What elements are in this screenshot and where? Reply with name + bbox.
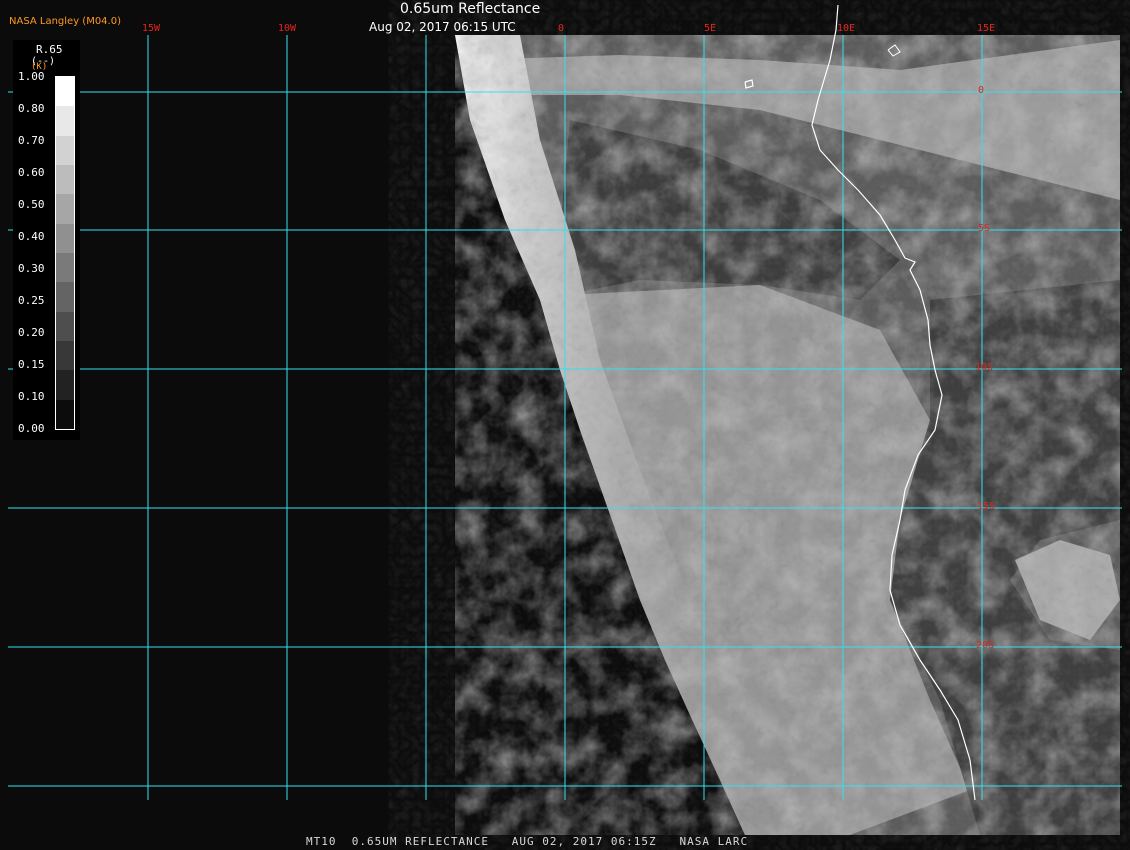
legend-tick-label: 0.20 (18, 326, 45, 339)
legend-tick-label: 0.30 (18, 262, 45, 275)
longitude-label: 15E (977, 23, 996, 34)
legend-tick-label: 1.00 (18, 70, 45, 83)
legend-swatch (56, 370, 74, 401)
legend-tick-label: 0.25 (18, 294, 45, 307)
legend-swatch (56, 194, 74, 225)
legend-unit: (--) (31, 56, 56, 67)
satellite-imagery (0, 0, 1130, 850)
footer-caption: MT10 0.65UM REFLECTANCE AUG 02, 2017 06:… (306, 835, 749, 848)
legend-tick-label: 0.00 (18, 422, 45, 435)
latitude-label: 0 (978, 85, 985, 96)
legend-swatch (56, 341, 74, 371)
legend-swatch (56, 77, 74, 107)
latitude-label: 20S (976, 640, 995, 651)
image-timestamp: Aug 02, 2017 06:15 UTC (369, 20, 516, 34)
legend-tick-label: 0.40 (18, 230, 45, 243)
satellite-image-viewer[interactable]: NASA Langley (M04.0) 0.65um Reflectance … (0, 0, 1130, 850)
latitude-label: 15S (977, 501, 996, 512)
legend-swatch (56, 399, 74, 430)
longitude-label: 10W (278, 23, 297, 34)
organization-label: NASA Langley (M04.0) (9, 16, 121, 27)
image-title: 0.65um Reflectance (400, 1, 541, 17)
legend-color-bar (55, 76, 75, 430)
legend-title: R.65 (36, 43, 63, 56)
legend-tick-label: 0.10 (18, 390, 45, 403)
legend-tick-label: 0.70 (18, 134, 45, 147)
latitude-label: 5S (978, 223, 991, 234)
color-legend: R.65 (K) (--) 1.00 0.80 0.70 0.60 0.50 0.40 0.… (13, 40, 80, 440)
legend-swatch (56, 282, 74, 313)
longitude-label: 0 (558, 23, 565, 34)
legend-tick-label: 0.60 (18, 166, 45, 179)
legend-tick-label: 0.15 (18, 358, 45, 371)
legend-swatch (56, 223, 74, 254)
legend-tick-label: 0.80 (18, 102, 45, 115)
legend-swatch (56, 106, 74, 137)
longitude-label: 5E (704, 23, 717, 34)
legend-swatch (56, 311, 74, 342)
legend-swatch (56, 135, 74, 166)
legend-swatch (56, 253, 74, 283)
latitude-label: 10S (975, 362, 994, 373)
longitude-label: 15W (142, 23, 161, 34)
legend-tick-label: 0.50 (18, 198, 45, 211)
legend-swatch (56, 165, 74, 195)
longitude-label: 10E (837, 23, 856, 34)
